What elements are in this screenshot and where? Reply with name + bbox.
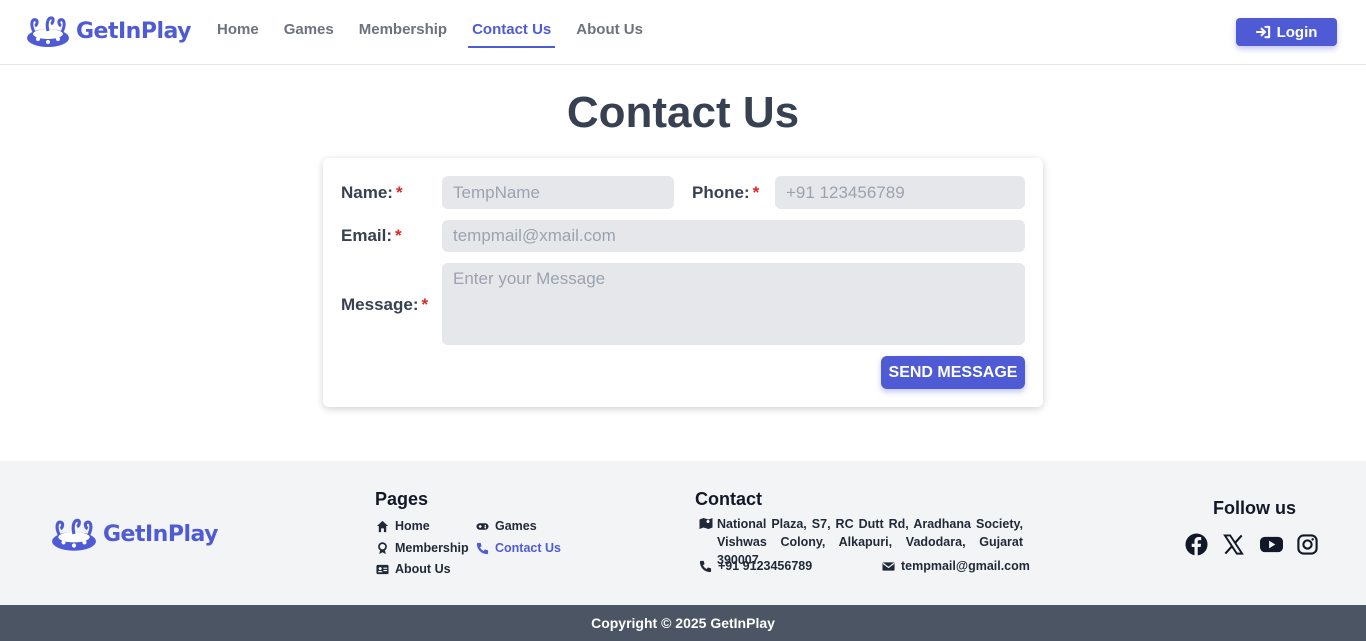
footer-brand-name: GetInPlay [103, 521, 219, 547]
footer: GetInPlay Pages Home Games Membership Co… [0, 461, 1366, 605]
nav-contact-us[interactable]: Contact Us [468, 0, 556, 64]
home-icon [376, 520, 389, 532]
send-message-button[interactable]: SEND MESSAGE [881, 356, 1025, 389]
footer-email[interactable]: tempmail@gmail.com [882, 559, 1030, 573]
nav-games[interactable]: Games [284, 0, 334, 64]
name-input[interactable] [442, 176, 674, 209]
copyright: Copyright © 2025 GetInPlay [0, 605, 1366, 641]
nav-about-us[interactable]: About Us [576, 0, 643, 64]
phone-input[interactable] [775, 176, 1025, 209]
footer-link-about-us[interactable]: About Us [376, 562, 451, 576]
phone-icon [699, 560, 712, 572]
youtube-icon[interactable] [1259, 533, 1283, 556]
footer-brand-logo[interactable]: GetInPlay [51, 516, 219, 552]
envelope-icon [882, 561, 895, 571]
brand-name: GetInPlay [76, 18, 192, 44]
navbar: GetInPlay Home Games Membership Contact … [0, 0, 1366, 65]
footer-link-home[interactable]: Home [376, 519, 430, 533]
message-textarea[interactable] [442, 263, 1025, 345]
email-input[interactable] [442, 220, 1025, 252]
login-button[interactable]: Login [1236, 18, 1337, 46]
logo-icon [27, 16, 69, 47]
name-label: Name: * [341, 183, 403, 202]
x-icon[interactable] [1222, 533, 1245, 556]
nav-home[interactable]: Home [217, 0, 259, 64]
required-mark: * [752, 183, 760, 202]
phone-icon [476, 542, 489, 554]
phone-label: Phone: * [692, 183, 760, 202]
page-title: Contact Us [566, 88, 800, 137]
login-icon [1255, 25, 1270, 39]
id-card-icon [376, 564, 389, 574]
facebook-icon[interactable] [1185, 533, 1208, 556]
login-label: Login [1276, 23, 1318, 41]
social-links [1185, 533, 1319, 556]
brand-logo[interactable]: GetInPlay [26, 14, 192, 48]
gamepad-icon [476, 522, 489, 530]
contact-heading: Contact [695, 489, 762, 509]
message-label: Message: * [341, 295, 429, 314]
nav-membership[interactable]: Membership [359, 0, 447, 64]
footer-link-contact-us[interactable]: Contact Us [476, 541, 561, 555]
logo-icon [52, 518, 96, 551]
award-icon [378, 541, 387, 554]
instagram-icon[interactable] [1296, 533, 1319, 556]
required-mark: * [395, 226, 402, 245]
required-mark: * [421, 295, 429, 314]
follow-heading: Follow us [1213, 498, 1296, 518]
contact-form: Name:* Phone:* Email:* Message:* SEND ME… [323, 158, 1043, 407]
map-icon [699, 518, 713, 529]
footer-phone[interactable]: +91 9123456789 [699, 559, 812, 573]
email-label: Email: * [341, 226, 402, 245]
required-mark: * [395, 183, 403, 202]
footer-link-membership[interactable]: Membership [376, 541, 469, 555]
nav-menu: Home Games Membership Contact Us About U… [217, 0, 643, 64]
pages-heading: Pages [375, 489, 429, 509]
footer-link-games[interactable]: Games [476, 519, 537, 533]
